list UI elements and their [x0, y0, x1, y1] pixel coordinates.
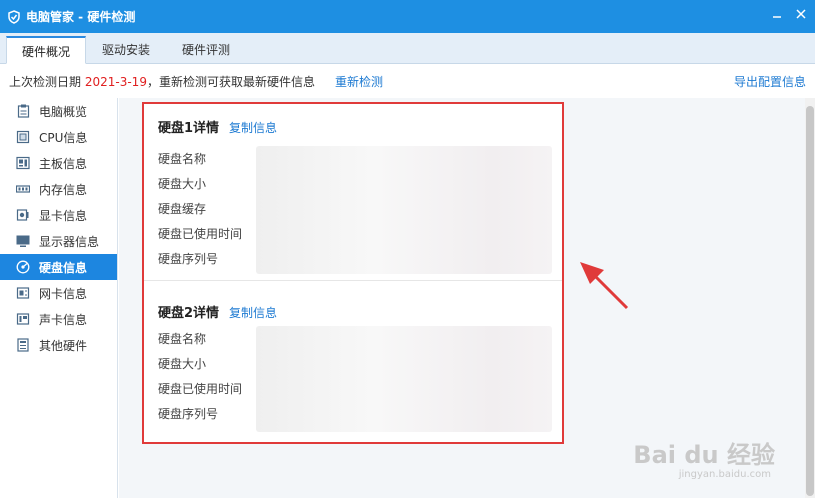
disk-1-copy-link[interactable]: 复制信息: [229, 121, 277, 135]
disk-2-blurred-values: [256, 326, 552, 432]
tab-driver-install[interactable]: 驱动安装: [88, 36, 164, 64]
sidebar-item-disk[interactable]: 硬盘信息: [0, 254, 117, 280]
sidebar-item-label: 显示器信息: [39, 234, 100, 249]
disk-2-label-used-time: 硬盘已使用时间: [158, 382, 243, 396]
disk-1-label-used-time: 硬盘已使用时间: [158, 227, 243, 241]
sidebar-item-label: 显卡信息: [39, 208, 88, 223]
tab-hardware-overview[interactable]: 硬件概况: [6, 36, 86, 64]
disk-1-blurred-values: [256, 146, 552, 274]
export-config-link[interactable]: 导出配置信息: [734, 73, 806, 90]
sidebar: 电脑概览 CPU信息 主板信息 内存信息 显卡信息 显示器信息 硬盘信息 网卡信…: [0, 98, 118, 498]
disk-divider: [144, 280, 562, 281]
last-check-suffix: ，重新检测可获取最新硬件信息: [146, 74, 315, 89]
sound-card-icon: [16, 312, 30, 326]
last-check-text: 上次检测日期 2021-3-19，重新检测可获取最新硬件信息: [9, 73, 315, 90]
monitor-icon: [16, 234, 30, 248]
clipboard-icon: [16, 104, 30, 118]
sidebar-item-memory[interactable]: 内存信息: [0, 176, 117, 202]
last-check-prefix: 上次检测日期: [9, 74, 82, 89]
sidebar-item-label: 主板信息: [39, 156, 88, 171]
close-icon[interactable]: [793, 6, 809, 22]
disk-2-title: 硬盘2详情: [158, 306, 220, 321]
sidebar-item-label: 电脑概览: [39, 104, 88, 119]
disk-2-label-serial: 硬盘序列号: [158, 407, 219, 421]
other-hardware-icon: [16, 338, 30, 352]
disk-icon: [16, 260, 30, 274]
baidu-watermark: Bai du 经验: [633, 441, 775, 469]
sidebar-item-motherboard[interactable]: 主板信息: [0, 150, 117, 176]
disk-details-panel: 硬盘1详情 复制信息 硬盘名称 硬盘大小 硬盘缓存 硬盘已使用时间 硬盘序列号 硬…: [142, 102, 564, 444]
sidebar-item-network-card[interactable]: 网卡信息: [0, 280, 117, 306]
network-card-icon: [16, 286, 30, 300]
baidu-watermark-url: jingyan.baidu.com: [678, 469, 771, 480]
memory-icon: [16, 182, 30, 196]
tab-bar: 硬件概况 驱动安装 硬件评测: [0, 33, 815, 64]
vertical-scrollbar[interactable]: [805, 98, 815, 498]
sidebar-item-label: 硬盘信息: [39, 260, 88, 275]
disk-1-label-size: 硬盘大小: [158, 177, 207, 191]
window-title: 电脑管家 - 硬件检测: [26, 10, 136, 24]
sidebar-item-other-hardware[interactable]: 其他硬件: [0, 332, 117, 358]
disk-1-title: 硬盘1详情: [158, 121, 220, 136]
cpu-icon: [16, 130, 30, 144]
sidebar-item-overview[interactable]: 电脑概览: [0, 98, 117, 124]
disk-1-label-name: 硬盘名称: [158, 152, 207, 166]
disk-2-copy-link[interactable]: 复制信息: [229, 306, 277, 320]
disk-1-label-cache: 硬盘缓存: [158, 202, 207, 216]
sidebar-item-cpu[interactable]: CPU信息: [0, 124, 117, 150]
info-bar: 上次检测日期 2021-3-19，重新检测可获取最新硬件信息 重新检测 导出配置…: [0, 64, 815, 98]
disk-2-label-size: 硬盘大小: [158, 357, 207, 371]
disk-1-header: 硬盘1详情 复制信息: [158, 117, 277, 136]
last-check-date: 2021-3-19: [84, 74, 147, 89]
shield-icon: [6, 9, 22, 25]
sidebar-item-monitor[interactable]: 显示器信息: [0, 228, 117, 254]
tab-hardware-benchmark[interactable]: 硬件评测: [168, 36, 244, 64]
sidebar-item-sound-card[interactable]: 声卡信息: [0, 306, 117, 332]
sidebar-item-label: 声卡信息: [39, 312, 88, 327]
sidebar-item-gpu[interactable]: 显卡信息: [0, 202, 117, 228]
sidebar-item-label: 其他硬件: [39, 338, 88, 353]
gpu-icon: [16, 208, 30, 222]
scrollbar-thumb[interactable]: [806, 106, 814, 496]
minimize-icon[interactable]: [769, 6, 785, 22]
disk-1-label-serial: 硬盘序列号: [158, 252, 219, 266]
disk-2-header: 硬盘2详情 复制信息: [158, 302, 277, 321]
motherboard-icon: [16, 156, 30, 170]
title-bar: 电脑管家 - 硬件检测: [0, 0, 815, 33]
sidebar-item-label: 内存信息: [39, 182, 88, 197]
sidebar-item-label: 网卡信息: [39, 286, 88, 301]
recheck-link[interactable]: 重新检测: [335, 73, 383, 90]
sidebar-item-label: CPU信息: [39, 130, 88, 145]
disk-2-label-name: 硬盘名称: [158, 332, 207, 346]
